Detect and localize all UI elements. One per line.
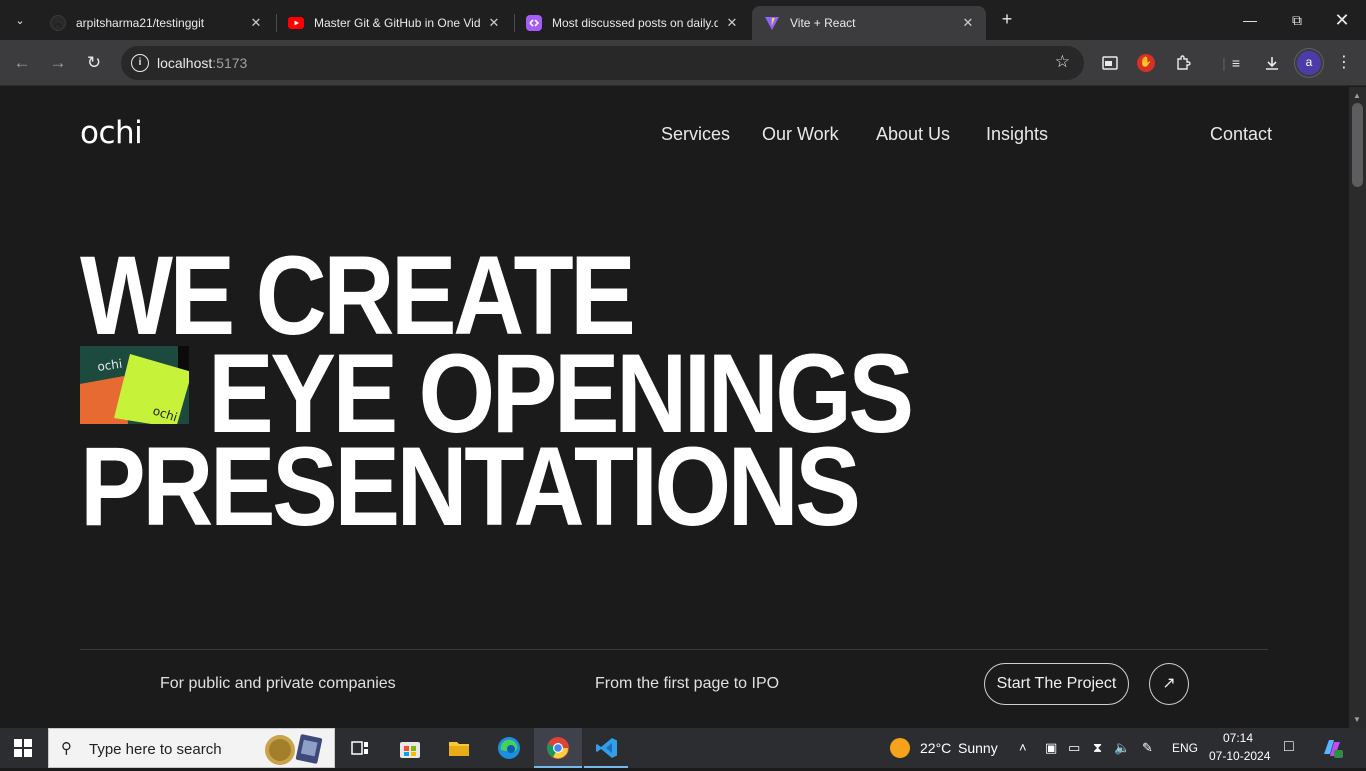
restore-icon[interactable]: ⧉ — [1285, 8, 1309, 32]
scroll-down-icon[interactable]: ▼ — [1353, 715, 1361, 724]
chrome-icon — [547, 737, 569, 759]
url-host: localhost — [157, 55, 213, 71]
nav-services[interactable]: Services — [661, 124, 730, 145]
page-scrollbar[interactable]: ▲ ▼ — [1349, 87, 1366, 728]
tagline-ipo: From the first page to IPO — [595, 675, 780, 692]
media-queue-icon[interactable]: ≡ — [1224, 51, 1248, 75]
page-viewport: ochi Services Our Work About Us Insights… — [0, 87, 1349, 728]
weather-sun-icon[interactable] — [888, 736, 912, 760]
close-tab-icon[interactable]: ✕ — [486, 15, 502, 31]
tab-dailydev[interactable]: Most discussed posts on daily.d ✕ — [514, 6, 750, 40]
copilot-icon[interactable] — [1320, 736, 1344, 760]
weather-condition[interactable]: Sunny — [958, 740, 998, 756]
nav-our-work[interactable]: Our Work — [762, 124, 839, 145]
dailydev-icon — [526, 15, 542, 31]
vite-icon — [764, 15, 780, 31]
language-indicator[interactable]: ENG — [1172, 741, 1198, 755]
nav-insights[interactable]: Insights — [986, 124, 1048, 145]
search-placeholder: Type here to search — [89, 741, 222, 758]
tab-title: Most discussed posts on daily.d — [552, 16, 718, 30]
nav-about-us[interactable]: About Us — [876, 124, 950, 145]
reload-icon[interactable]: ↻ — [82, 51, 106, 75]
extension-adblock-icon[interactable]: ✋ — [1137, 54, 1155, 72]
tab-github[interactable]: arpitsharma21/testinggit ✕ — [38, 6, 274, 40]
tab-title: Vite + React — [790, 16, 856, 30]
taskbar-search[interactable]: ⚲ Type here to search — [48, 728, 335, 768]
site-logo[interactable]: ochi — [80, 115, 143, 151]
file-explorer-icon[interactable] — [447, 736, 471, 760]
tab-youtube[interactable]: Master Git & GitHub in One Vid ✕ — [276, 6, 512, 40]
tab-vite-react[interactable]: Vite + React ✕ — [752, 6, 986, 40]
notification-center-icon[interactable]: □ — [1284, 738, 1294, 756]
search-icon: ⚲ — [61, 740, 72, 757]
close-tab-icon[interactable]: ✕ — [960, 15, 976, 31]
windows-start-icon[interactable] — [14, 739, 32, 757]
back-icon[interactable]: ← — [10, 51, 34, 75]
volume-icon[interactable]: 🔈 — [1114, 740, 1130, 756]
url-port: :5173 — [212, 55, 248, 71]
address-url[interactable]: localhost:5173 — [157, 55, 247, 71]
nav-contact[interactable]: Contact — [1210, 124, 1272, 145]
windows-taskbar: ⚲ Type here to search 22°C Sunny ˄ ▣ ▭ ⧗… — [0, 728, 1366, 768]
hero-divider — [80, 649, 1268, 650]
close-tab-icon[interactable]: ✕ — [724, 15, 740, 31]
task-view-icon[interactable] — [348, 736, 372, 760]
forward-icon[interactable]: → — [46, 51, 70, 75]
hero-line-3: PRESENTATIONS — [80, 424, 861, 549]
search-highlight-medal-icon[interactable] — [262, 732, 324, 766]
minimize-icon[interactable]: — — [1238, 8, 1262, 32]
browser-menu-icon[interactable]: ⋮ — [1332, 51, 1356, 75]
address-bar[interactable]: i localhost:5173 ☆ — [121, 46, 1084, 80]
tab-title: Master Git & GitHub in One Vid — [314, 16, 480, 30]
clock-time[interactable]: 07:14 — [1223, 731, 1253, 745]
weather-temp[interactable]: 22°C — [920, 740, 951, 756]
site-info-icon[interactable]: i — [131, 54, 149, 72]
wifi-icon[interactable]: ⧗ — [1093, 740, 1102, 756]
taskbar-chrome-active[interactable] — [534, 728, 582, 768]
sidebar-panel-icon[interactable] — [1098, 51, 1122, 75]
tagline-companies: For public and private companies — [160, 675, 396, 692]
meet-now-icon[interactable]: ▣ — [1045, 740, 1057, 756]
clock-date[interactable]: 07-10-2024 — [1209, 749, 1270, 763]
youtube-icon — [288, 15, 304, 31]
browser-toolbar: ← → ↻ i localhost:5173 ☆ ✋ | ≡ a ⋮ — [0, 40, 1366, 86]
arrow-up-right-icon[interactable]: ↗ — [1149, 663, 1189, 705]
scroll-up-icon[interactable]: ▲ — [1353, 91, 1361, 100]
extensions-puzzle-icon[interactable] — [1171, 51, 1195, 75]
bookmark-star-icon[interactable]: ☆ — [1055, 52, 1070, 72]
github-icon — [50, 15, 66, 31]
battery-icon[interactable]: ▭ — [1068, 740, 1080, 756]
tab-title: arpitsharma21/testinggit — [76, 16, 205, 30]
vscode-icon[interactable] — [595, 736, 619, 760]
close-window-icon[interactable]: ✕ — [1330, 8, 1354, 32]
profile-avatar[interactable]: a — [1297, 51, 1321, 75]
hero-thumbnail: ochi ochi — [80, 346, 189, 424]
browser-tabstrip: ⌄ arpitsharma21/testinggit ✕ Master Git … — [0, 0, 1366, 40]
new-tab-icon[interactable]: + — [996, 8, 1018, 30]
scroll-thumb[interactable] — [1352, 103, 1363, 187]
start-project-button[interactable]: Start The Project — [984, 663, 1129, 705]
microsoft-store-icon[interactable] — [398, 736, 422, 760]
download-icon[interactable] — [1260, 51, 1284, 75]
tray-chevron-up-icon[interactable]: ˄ — [1019, 740, 1027, 755]
tab-search-icon[interactable]: ⌄ — [8, 8, 32, 32]
pen-ink-icon[interactable]: ✎ — [1142, 740, 1153, 756]
edge-browser-icon[interactable] — [497, 736, 521, 760]
close-tab-icon[interactable]: ✕ — [248, 15, 264, 31]
